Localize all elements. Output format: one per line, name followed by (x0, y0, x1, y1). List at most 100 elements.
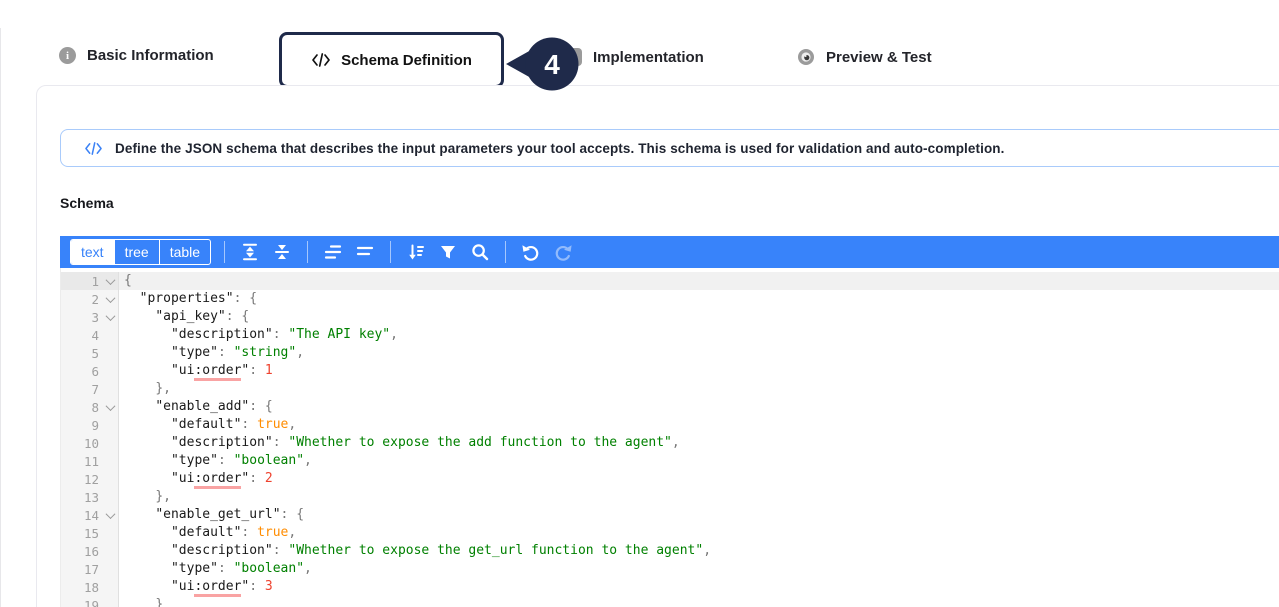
gutter-cell: 5 (61, 344, 119, 362)
line-number: 11 (61, 454, 102, 469)
sort-icon[interactable] (403, 239, 429, 265)
redo-icon[interactable] (550, 239, 576, 265)
gutter-cell: 12 (61, 470, 119, 488)
compact-icon[interactable] (352, 239, 378, 265)
code-text[interactable]: }, (119, 488, 1279, 506)
step-annotation-marker: 4 (504, 36, 581, 92)
editor-toolbar: text tree table (60, 236, 1279, 268)
mode-switcher: text tree table (70, 239, 211, 265)
tab-label: Implementation (593, 49, 704, 66)
code-line[interactable]: 4 "description": "The API key", (61, 326, 1279, 344)
gutter-cell: 3 (61, 308, 119, 326)
code-text[interactable]: "description": "Whether to expose the ge… (119, 542, 1279, 560)
code-line[interactable]: 15 "default": true, (61, 524, 1279, 542)
code-line[interactable]: 3 "api_key": { (61, 308, 1279, 326)
code-line[interactable]: 5 "type": "string", (61, 344, 1279, 362)
editor-lines[interactable]: 1{2 "properties": {3 "api_key": {4 "desc… (60, 268, 1279, 607)
schema-field-label: Schema (60, 195, 114, 211)
code-text[interactable]: "description": "Whether to expose the ad… (119, 434, 1279, 452)
code-line[interactable]: 9 "default": true, (61, 416, 1279, 434)
code-line[interactable]: 16 "description": "Whether to expose the… (61, 542, 1279, 560)
line-number: 12 (61, 472, 102, 487)
code-line[interactable]: 19 } (61, 596, 1279, 607)
line-number: 7 (61, 382, 102, 397)
fold-chevron-icon[interactable] (102, 296, 118, 303)
code-line[interactable]: 8 "enable_add": { (61, 398, 1279, 416)
code-text[interactable]: "ui:order": 2 (119, 470, 1279, 488)
code-text[interactable]: "ui:order": 3 (119, 578, 1279, 596)
line-number: 15 (61, 526, 102, 541)
gutter-cell: 19 (61, 596, 119, 607)
code-text[interactable]: "enable_add": { (119, 398, 1279, 416)
line-number: 1 (61, 274, 102, 289)
code-line[interactable]: 10 "description": "Whether to expose the… (61, 434, 1279, 452)
code-line[interactable]: 11 "type": "boolean", (61, 452, 1279, 470)
fold-chevron-icon[interactable] (102, 314, 118, 321)
code-text[interactable]: "type": "boolean", (119, 452, 1279, 470)
collapse-all-icon[interactable] (269, 239, 295, 265)
line-number: 19 (61, 598, 102, 607)
fold-chevron-icon[interactable] (102, 404, 118, 411)
code-line[interactable]: 7 }, (61, 380, 1279, 398)
expand-all-icon[interactable] (237, 239, 263, 265)
gutter-cell: 18 (61, 578, 119, 596)
tab-label: Basic Information (87, 47, 214, 64)
gutter-cell: 15 (61, 524, 119, 542)
code-icon (311, 51, 331, 69)
code-text[interactable]: "properties": { (119, 290, 1279, 308)
code-text[interactable]: "ui:order": 1 (119, 362, 1279, 380)
code-line[interactable]: 13 }, (61, 488, 1279, 506)
gutter-cell: 14 (61, 506, 119, 524)
gutter-cell: 8 (61, 398, 119, 416)
filter-icon[interactable] (435, 239, 461, 265)
step-number: 4 (544, 49, 560, 80)
code-line[interactable]: 6 "ui:order": 1 (61, 362, 1279, 380)
line-number: 13 (61, 490, 102, 505)
code-line[interactable]: 2 "properties": { (61, 290, 1279, 308)
tab-preview-test[interactable]: Preview & Test (797, 48, 932, 66)
format-icon[interactable] (320, 239, 346, 265)
code-text[interactable]: "description": "The API key", (119, 326, 1279, 344)
gutter-cell: 9 (61, 416, 119, 434)
gutter-cell: 11 (61, 452, 119, 470)
line-number: 14 (61, 508, 102, 523)
mode-text-button[interactable]: text (71, 240, 114, 264)
gutter-cell: 13 (61, 488, 119, 506)
line-number: 10 (61, 436, 102, 451)
code-line[interactable]: 18 "ui:order": 3 (61, 578, 1279, 596)
line-number: 3 (61, 310, 102, 325)
line-number: 4 (61, 328, 102, 343)
tab-label: Schema Definition (341, 52, 472, 69)
undo-icon[interactable] (518, 239, 544, 265)
mode-tree-button[interactable]: tree (114, 240, 159, 264)
toolbar-separator (307, 241, 308, 263)
code-text[interactable]: "type": "boolean", (119, 560, 1279, 578)
fold-chevron-icon[interactable] (102, 512, 118, 519)
code-text[interactable]: }, (119, 380, 1279, 398)
tab-implementation[interactable]: › Implementation (564, 48, 704, 66)
mode-table-button[interactable]: table (159, 240, 210, 264)
gutter-cell: 7 (61, 380, 119, 398)
gutter-cell: 10 (61, 434, 119, 452)
code-line[interactable]: 12 "ui:order": 2 (61, 470, 1279, 488)
line-number: 8 (61, 400, 102, 415)
line-number: 6 (61, 364, 102, 379)
line-number: 2 (61, 292, 102, 307)
code-text[interactable]: } (119, 596, 1279, 607)
code-text[interactable]: "default": true, (119, 524, 1279, 542)
search-icon[interactable] (467, 239, 493, 265)
code-text[interactable]: "type": "string", (119, 344, 1279, 362)
code-line[interactable]: 17 "type": "boolean", (61, 560, 1279, 578)
code-text[interactable]: "enable_get_url": { (119, 506, 1279, 524)
fold-chevron-icon[interactable] (102, 278, 118, 285)
tab-schema-definition[interactable]: Schema Definition (279, 32, 504, 88)
gutter-cell: 16 (61, 542, 119, 560)
code-text[interactable]: "default": true, (119, 416, 1279, 434)
code-line[interactable]: 1{ (61, 272, 1279, 290)
code-text[interactable]: { (119, 272, 1279, 290)
code-line[interactable]: 14 "enable_get_url": { (61, 506, 1279, 524)
code-text[interactable]: "api_key": { (119, 308, 1279, 326)
tab-basic-information[interactable]: i Basic Information (59, 47, 214, 64)
eye-icon (797, 48, 815, 66)
banner-text: Define the JSON schema that describes th… (115, 141, 1005, 156)
